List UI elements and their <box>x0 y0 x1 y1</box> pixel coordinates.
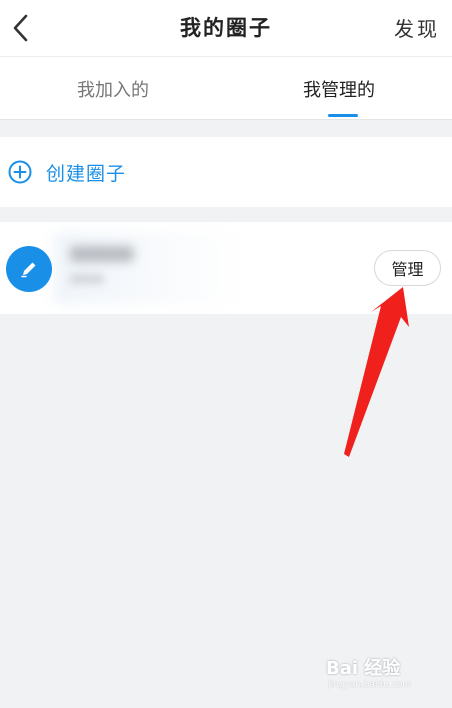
tab-joined[interactable]: 我加入的 <box>0 57 226 120</box>
top-bar: 我的圈子 发现 <box>0 0 452 56</box>
circle-meta-blurred <box>70 274 104 284</box>
circle-avatar <box>6 246 52 292</box>
manage-button[interactable]: 管理 <box>374 250 441 286</box>
pencil-icon <box>21 262 36 278</box>
tab-managed[interactable]: 我管理的 <box>226 57 452 120</box>
circle-name-blurred <box>70 246 134 262</box>
page-title: 我的圈子 <box>180 15 272 40</box>
create-circle-label: 创建圈子 <box>46 162 127 185</box>
tab-bar: 我加入的 我管理的 <box>0 56 452 120</box>
active-tab-indicator <box>328 114 358 117</box>
create-circle-row[interactable]: 创建圈子 <box>0 137 452 207</box>
plus-circle-icon <box>8 160 32 184</box>
watermark-url: jingyan.baidu.com <box>328 680 412 690</box>
discover-link[interactable]: 发现 <box>394 13 440 42</box>
watermark-logo: Bai 经验 <box>326 658 401 679</box>
blurred-area <box>54 232 244 304</box>
watermark: Bai 经验 jingyan.baidu.com <box>326 650 426 694</box>
